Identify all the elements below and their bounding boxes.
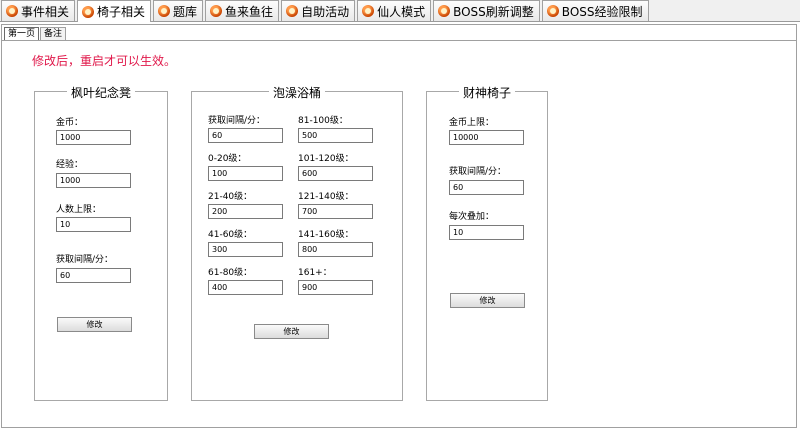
- bath-modify-button[interactable]: 修改: [254, 324, 329, 339]
- bath-interval-label: 获取间隔/分：: [208, 116, 266, 126]
- fortune-gold-input[interactable]: [449, 130, 524, 145]
- bath-161-label: 161+：: [298, 268, 332, 278]
- maple-gold-input[interactable]: [56, 130, 131, 145]
- bath-41-60-label: 41-60级：: [208, 230, 253, 240]
- tab-chairs[interactable]: 椅子相关: [77, 0, 152, 22]
- tab-orb-icon: [362, 5, 375, 17]
- fortune-gold-label: 金币上限：: [449, 118, 495, 128]
- fortune-chair-group: 财神椅子 金币上限： 获取间隔/分： 每次叠加： 修改: [426, 84, 548, 401]
- maple-gold-label: 金币：: [56, 118, 84, 128]
- maple-exp-input[interactable]: [56, 173, 131, 188]
- tab-orb-icon: [546, 5, 559, 17]
- bath-21-40-label: 21-40级：: [208, 192, 253, 202]
- bath-21-40-input[interactable]: [208, 204, 283, 219]
- bath-81-100-label: 81-100级：: [298, 116, 348, 126]
- bath-81-100-input[interactable]: [298, 128, 373, 143]
- tab-label: BOSS刷新调整: [453, 4, 534, 19]
- tab-fish[interactable]: 鱼来鱼往: [205, 0, 280, 21]
- fortune-stack-label: 每次叠加：: [449, 212, 495, 222]
- fortune-interval-input[interactable]: [449, 180, 524, 195]
- maple-limit-input[interactable]: [56, 217, 131, 232]
- maple-exp-label: 经验：: [56, 160, 84, 170]
- tab-question-bank[interactable]: 题库: [153, 0, 204, 21]
- bath-121-140-input[interactable]: [298, 204, 373, 219]
- tab-label: BOSS经验限制: [561, 4, 643, 19]
- tab-label: 自助活动: [301, 4, 350, 19]
- bath-101-120-input[interactable]: [298, 166, 373, 181]
- bath-0-20-input[interactable]: [208, 166, 283, 181]
- inner-tab-divider: [2, 40, 796, 41]
- bath-interval-input[interactable]: [208, 128, 283, 143]
- bath-41-60-input[interactable]: [208, 242, 283, 257]
- maple-limit-label: 人数上限：: [56, 205, 102, 215]
- tab-orb-icon: [158, 5, 171, 17]
- bath-141-160-label: 141-160级：: [298, 230, 354, 240]
- inner-tab-bar: 第一页 备注: [4, 27, 67, 41]
- tab-label: 鱼来鱼往: [225, 4, 274, 19]
- inner-tab-page-one[interactable]: 第一页: [4, 27, 40, 40]
- bath-61-80-input[interactable]: [208, 280, 283, 295]
- maple-bench-title: 枫叶纪念凳: [66, 84, 136, 101]
- tab-label: 题库: [173, 4, 198, 19]
- bath-161-input[interactable]: [298, 280, 373, 295]
- bath-61-80-label: 61-80级：: [208, 268, 253, 278]
- tab-events[interactable]: 事件相关: [1, 0, 76, 21]
- tab-orb-icon: [82, 5, 95, 18]
- fortune-stack-input[interactable]: [449, 225, 524, 240]
- tab-orb-icon: [286, 5, 299, 17]
- tab-label: 仙人模式: [377, 4, 426, 19]
- tab-immortal-mode[interactable]: 仙人模式: [357, 0, 432, 21]
- bath-0-20-label: 0-20级：: [208, 154, 247, 164]
- tab-orb-icon: [210, 5, 223, 17]
- fortune-interval-label: 获取间隔/分：: [449, 167, 507, 177]
- tab-self-activity[interactable]: 自助活动: [281, 0, 356, 21]
- tab-boss-refresh[interactable]: BOSS刷新调整: [433, 0, 540, 21]
- maple-modify-button[interactable]: 修改: [57, 317, 132, 332]
- tab-label: 椅子相关: [97, 5, 146, 19]
- bath-121-140-label: 121-140级：: [298, 192, 354, 202]
- bath-tub-title: 泡澡浴桶: [268, 84, 326, 101]
- bath-141-160-input[interactable]: [298, 242, 373, 257]
- fortune-chair-title: 财神椅子: [458, 84, 516, 101]
- maple-bench-group: 枫叶纪念凳 金币： 经验： 人数上限： 获取间隔/分： 修改: [34, 84, 168, 401]
- maple-interval-label: 获取间隔/分：: [56, 255, 114, 265]
- top-tab-bar: 事件相关 椅子相关 题库 鱼来鱼往 自助活动 仙人模式 BOSS刷新调整 BOS…: [0, 0, 800, 22]
- tab-label: 事件相关: [21, 4, 70, 19]
- tab-orb-icon: [438, 5, 451, 17]
- tab-orb-icon: [6, 5, 18, 17]
- bath-101-120-label: 101-120级：: [298, 154, 354, 164]
- restart-notice: 修改后，重启才可以生效。: [32, 54, 177, 68]
- maple-interval-input[interactable]: [56, 268, 131, 283]
- fortune-modify-button[interactable]: 修改: [450, 293, 525, 308]
- bath-tub-group: 泡澡浴桶 获取间隔/分： 0-20级： 21-40级： 41-60级： 61-8…: [191, 84, 403, 401]
- chair-settings-page: 第一页 备注 修改后，重启才可以生效。 枫叶纪念凳 金币： 经验： 人数上限： …: [1, 24, 797, 428]
- inner-tab-notes[interactable]: 备注: [40, 27, 67, 40]
- tab-boss-exp[interactable]: BOSS经验限制: [541, 0, 649, 21]
